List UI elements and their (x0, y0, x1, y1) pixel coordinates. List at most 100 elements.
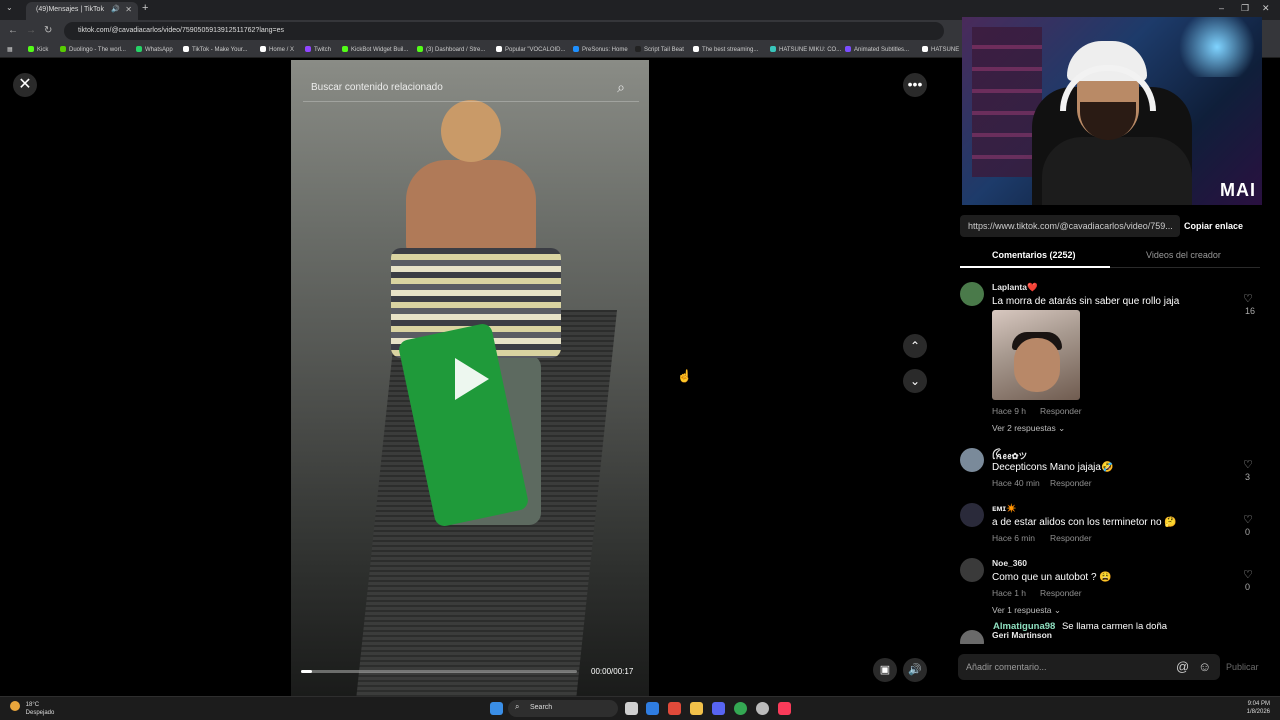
comment-text: Como que un autobot ? 😩 (992, 572, 1112, 583)
bookmark-label: PreSonus: Home (582, 47, 628, 53)
maximize-icon[interactable]: ❐ (1241, 3, 1249, 14)
copy-link-button[interactable]: Copiar enlace (1184, 221, 1243, 231)
chrome-icon[interactable] (734, 702, 747, 715)
address-input[interactable]: tiktok.com/@cavadiacarlos/video/75905059… (64, 22, 944, 40)
windows-start-icon[interactable] (490, 702, 503, 715)
reply-button[interactable]: Responder (1050, 478, 1092, 488)
related-search-input[interactable]: Buscar contenido relacionado ⌕ (303, 74, 639, 102)
like-heart-icon[interactable]: ♡ (1243, 568, 1253, 581)
bookmark-label: Twitch (314, 47, 332, 53)
bookmark-item[interactable]: KickBot Widget Buil... (342, 46, 408, 53)
bookmark-item[interactable]: Duolingo - The worl... (60, 46, 126, 53)
bookmark-favicon-icon (922, 46, 928, 52)
reload-icon[interactable]: ↻ (44, 25, 52, 36)
bookmark-favicon-icon (28, 46, 34, 52)
taskbar-search[interactable]: ⌕ Search (508, 700, 618, 717)
video-progress-fill (301, 670, 313, 673)
play-icon[interactable] (455, 358, 489, 400)
comment-time: Hace 40 min (992, 478, 1040, 488)
weather-widget[interactable]: 18°C Despejado (10, 701, 54, 717)
video-progress-bar[interactable] (301, 670, 577, 673)
minimize-icon[interactable]: – (1219, 3, 1224, 13)
share-url-field[interactable]: https://www.tiktok.com/@cavadiacarlos/vi… (960, 215, 1180, 237)
webcam-overlay: MAI (962, 17, 1262, 205)
like-heart-icon[interactable]: ♡ (1243, 292, 1253, 305)
bookmark-favicon-icon (496, 46, 502, 52)
bookmark-label: Kick (37, 47, 49, 53)
app-icon[interactable] (668, 702, 681, 715)
comments-list[interactable]: Laplanta❤️ La morra de atarás sin saber … (958, 276, 1260, 644)
view-replies-button[interactable]: Ver 2 respuestas ⌄ (992, 423, 1065, 434)
volume-icon[interactable]: 🔊 (903, 658, 927, 682)
bookmark-label: TikTok - Make Your... (192, 47, 248, 53)
comment-username[interactable]: ᴇᴍɪ✴️ (992, 503, 1017, 514)
tab-close-icon[interactable]: ✕ (125, 5, 132, 14)
bookmark-item[interactable]: Popular "VOCALOID... (496, 46, 566, 53)
bookmark-favicon-icon (693, 46, 699, 52)
avatar[interactable] (960, 282, 984, 306)
close-video-button[interactable]: ✕ (13, 73, 37, 97)
settings-gear-icon[interactable] (756, 702, 769, 715)
bookmark-item[interactable]: (3) Dashboard / Stre... (417, 46, 485, 53)
music-app-icon[interactable] (778, 702, 791, 715)
bookmark-item[interactable]: HATSUNE (922, 46, 959, 53)
comment-username[interactable]: Laplanta❤️ (992, 282, 1038, 293)
related-search-placeholder: Buscar contenido relacionado (311, 82, 443, 93)
video-player[interactable]: Buscar contenido relacionado ⌕ 00:00/00:… (291, 60, 649, 696)
comment-image[interactable] (992, 310, 1080, 400)
bookmark-item[interactable]: Twitch (305, 46, 331, 53)
back-icon[interactable]: ← (8, 25, 18, 36)
more-options-icon[interactable]: ••• (903, 73, 927, 97)
avatar[interactable] (960, 503, 984, 527)
tab-comments[interactable]: Comentarios (2252) (992, 250, 1076, 260)
reply-button[interactable]: Responder (1040, 588, 1082, 598)
comment-text: a de estar alidos con los terminetor no … (992, 517, 1177, 528)
video-frame-person (361, 100, 571, 528)
discord-icon[interactable] (712, 702, 725, 715)
next-video-icon[interactable]: ⌄ (903, 369, 927, 393)
bookmark-favicon-icon (573, 46, 579, 52)
bookmark-item[interactable]: Animated Subtitles... (845, 46, 909, 53)
mini-player-icon[interactable]: ▣ (873, 658, 897, 682)
comment-composer: Añadir comentario... @ ☺ Publicar (958, 654, 1260, 682)
like-heart-icon[interactable]: ♡ (1243, 513, 1253, 526)
edge-icon[interactable] (646, 702, 659, 715)
tab-creator-videos[interactable]: Videos del creador (1146, 250, 1221, 260)
search-icon[interactable]: ⌕ (617, 79, 625, 96)
bookmark-item[interactable]: Home / X (260, 46, 294, 53)
taskbar-clock[interactable]: 9:04 PM 1/8/2026 (1247, 700, 1270, 716)
reply-button[interactable]: Responder (1050, 533, 1092, 543)
mention-icon[interactable]: @ (1176, 659, 1189, 674)
chat-text: Se llama carmen la doña (1061, 621, 1168, 632)
comment-username[interactable]: Noe_360 (992, 558, 1027, 568)
new-tab-icon[interactable]: + (142, 2, 148, 14)
like-heart-icon[interactable]: ♡ (1243, 458, 1253, 471)
task-view-icon[interactable] (625, 702, 638, 715)
avatar[interactable] (960, 558, 984, 582)
bookmark-item[interactable]: Script Tail Beat (635, 46, 684, 53)
browser-tab-active[interactable]: (49)Mensajes | TikTok 🔊 ✕ (26, 2, 138, 20)
tab-search-icon[interactable]: ⌄ (6, 3, 13, 12)
avatar[interactable] (960, 630, 984, 644)
bookmark-item[interactable]: The best streaming... (693, 46, 758, 53)
tab-audio-icon[interactable]: 🔊 (111, 5, 120, 13)
previous-video-icon[interactable]: ⌃ (903, 334, 927, 358)
comment-time: Hace 9 h (992, 406, 1027, 416)
bookmark-favicon-icon (305, 46, 311, 52)
apps-grid-icon[interactable]: ▦ (7, 46, 13, 53)
bookmark-item[interactable]: Kick (28, 46, 48, 53)
bookmark-item[interactable]: PreSonus: Home (573, 46, 628, 53)
bookmark-item[interactable]: HATSUNE MIKU: CO... (770, 46, 841, 53)
window-close-icon[interactable]: ✕ (1262, 3, 1270, 14)
reply-button[interactable]: Responder (1040, 406, 1082, 416)
bookmark-item[interactable]: WhatsApp (136, 46, 173, 53)
view-replies-button[interactable]: Ver 1 respuesta ⌄ (992, 605, 1061, 616)
emoji-icon[interactable]: ☺ (1198, 659, 1211, 674)
avatar[interactable] (960, 448, 984, 472)
forward-icon[interactable]: → (26, 25, 36, 36)
file-explorer-icon[interactable] (690, 702, 703, 715)
active-tab-indicator (960, 266, 1110, 268)
publish-button[interactable]: Publicar (1226, 662, 1259, 672)
bookmark-item[interactable]: TikTok - Make Your... (183, 46, 247, 53)
clock-time: 9:04 PM (1247, 701, 1270, 707)
